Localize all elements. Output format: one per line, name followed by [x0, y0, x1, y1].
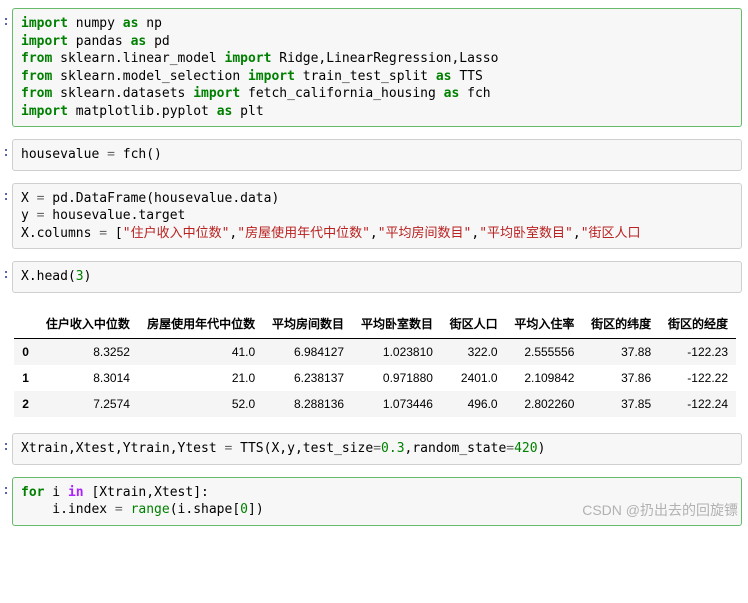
prompt: :: [0, 477, 12, 526]
code-content[interactable]: for i in [Xtrain,Xtest]: i.index = range…: [21, 484, 733, 519]
cell-value: 7.2574: [37, 391, 138, 417]
code-cell: : housevalue = fch(): [0, 139, 748, 171]
col-header: 平均卧室数目: [352, 309, 441, 339]
cell-value: 37.88: [582, 339, 659, 366]
code-content[interactable]: import numpy as np import pandas as pd f…: [21, 15, 733, 120]
cell-value: 2.109842: [506, 365, 583, 391]
table-row: 27.257452.08.2881361.073446496.02.802260…: [14, 391, 736, 417]
cell-value: 52.0: [138, 391, 263, 417]
cell-value: 37.85: [582, 391, 659, 417]
cell-value: 8.3014: [37, 365, 138, 391]
prompt: :: [0, 8, 12, 127]
cell-value: 8.3252: [37, 339, 138, 366]
prompt: :: [0, 433, 12, 465]
row-index: 1: [14, 365, 37, 391]
col-header: 房屋使用年代中位数: [138, 309, 263, 339]
cell-value: 41.0: [138, 339, 263, 366]
cell-value: 6.238137: [263, 365, 352, 391]
code-cell: : import numpy as np import pandas as pd…: [0, 8, 748, 127]
code-input[interactable]: Xtrain,Xtest,Ytrain,Ytest = TTS(X,y,test…: [12, 433, 742, 465]
code-cell: : X.head(3): [0, 261, 748, 293]
prompt: :: [0, 183, 12, 250]
cell-value: 322.0: [441, 339, 506, 366]
cell-value: 2.802260: [506, 391, 583, 417]
table-row: 08.325241.06.9841271.023810322.02.555556…: [14, 339, 736, 366]
code-input[interactable]: import numpy as np import pandas as pd f…: [12, 8, 742, 127]
cell-value: 2401.0: [441, 365, 506, 391]
row-index: 2: [14, 391, 37, 417]
prompt-empty: [0, 305, 12, 421]
col-header: 街区人口: [441, 309, 506, 339]
cell-value: -122.22: [659, 365, 736, 391]
code-input[interactable]: X = pd.DataFrame(housevalue.data) y = ho…: [12, 183, 742, 250]
table-header-row: 住户收入中位数房屋使用年代中位数平均房间数目平均卧室数目街区人口平均入住率街区的…: [14, 309, 736, 339]
cell-value: 0.971880: [352, 365, 441, 391]
code-content[interactable]: X.head(3): [21, 268, 733, 286]
cell-value: 1.023810: [352, 339, 441, 366]
cell-value: 8.288136: [263, 391, 352, 417]
cell-value: -122.23: [659, 339, 736, 366]
cell-value: 21.0: [138, 365, 263, 391]
cell-value: 37.86: [582, 365, 659, 391]
col-header: 平均入住率: [506, 309, 583, 339]
col-header: 街区的纬度: [582, 309, 659, 339]
code-content[interactable]: Xtrain,Xtest,Ytrain,Ytest = TTS(X,y,test…: [21, 440, 733, 458]
dataframe-table: 住户收入中位数房屋使用年代中位数平均房间数目平均卧室数目街区人口平均入住率街区的…: [14, 309, 736, 417]
cell-value: 496.0: [441, 391, 506, 417]
prompt: :: [0, 261, 12, 293]
dataframe-output: 住户收入中位数房屋使用年代中位数平均房间数目平均卧室数目街区人口平均入住率街区的…: [12, 305, 742, 421]
table-row: 18.301421.06.2381370.9718802401.02.10984…: [14, 365, 736, 391]
code-cell: : Xtrain,Xtest,Ytrain,Ytest = TTS(X,y,te…: [0, 433, 748, 465]
code-content[interactable]: X = pd.DataFrame(housevalue.data) y = ho…: [21, 190, 733, 243]
row-index: 0: [14, 339, 37, 366]
code-cell: : for i in [Xtrain,Xtest]: i.index = ran…: [0, 477, 748, 526]
output-cell: 住户收入中位数房屋使用年代中位数平均房间数目平均卧室数目街区人口平均入住率街区的…: [0, 305, 748, 421]
code-input[interactable]: X.head(3): [12, 261, 742, 293]
cell-value: 6.984127: [263, 339, 352, 366]
code-input[interactable]: housevalue = fch(): [12, 139, 742, 171]
code-cell: : X = pd.DataFrame(housevalue.data) y = …: [0, 183, 748, 250]
cell-value: 1.073446: [352, 391, 441, 417]
prompt: :: [0, 139, 12, 171]
table-body: 08.325241.06.9841271.023810322.02.555556…: [14, 339, 736, 418]
col-header: 住户收入中位数: [37, 309, 138, 339]
cell-value: 2.555556: [506, 339, 583, 366]
col-header: 平均房间数目: [263, 309, 352, 339]
code-content[interactable]: housevalue = fch(): [21, 146, 733, 164]
cell-value: -122.24: [659, 391, 736, 417]
col-header: 街区的经度: [659, 309, 736, 339]
code-input[interactable]: for i in [Xtrain,Xtest]: i.index = range…: [12, 477, 742, 526]
